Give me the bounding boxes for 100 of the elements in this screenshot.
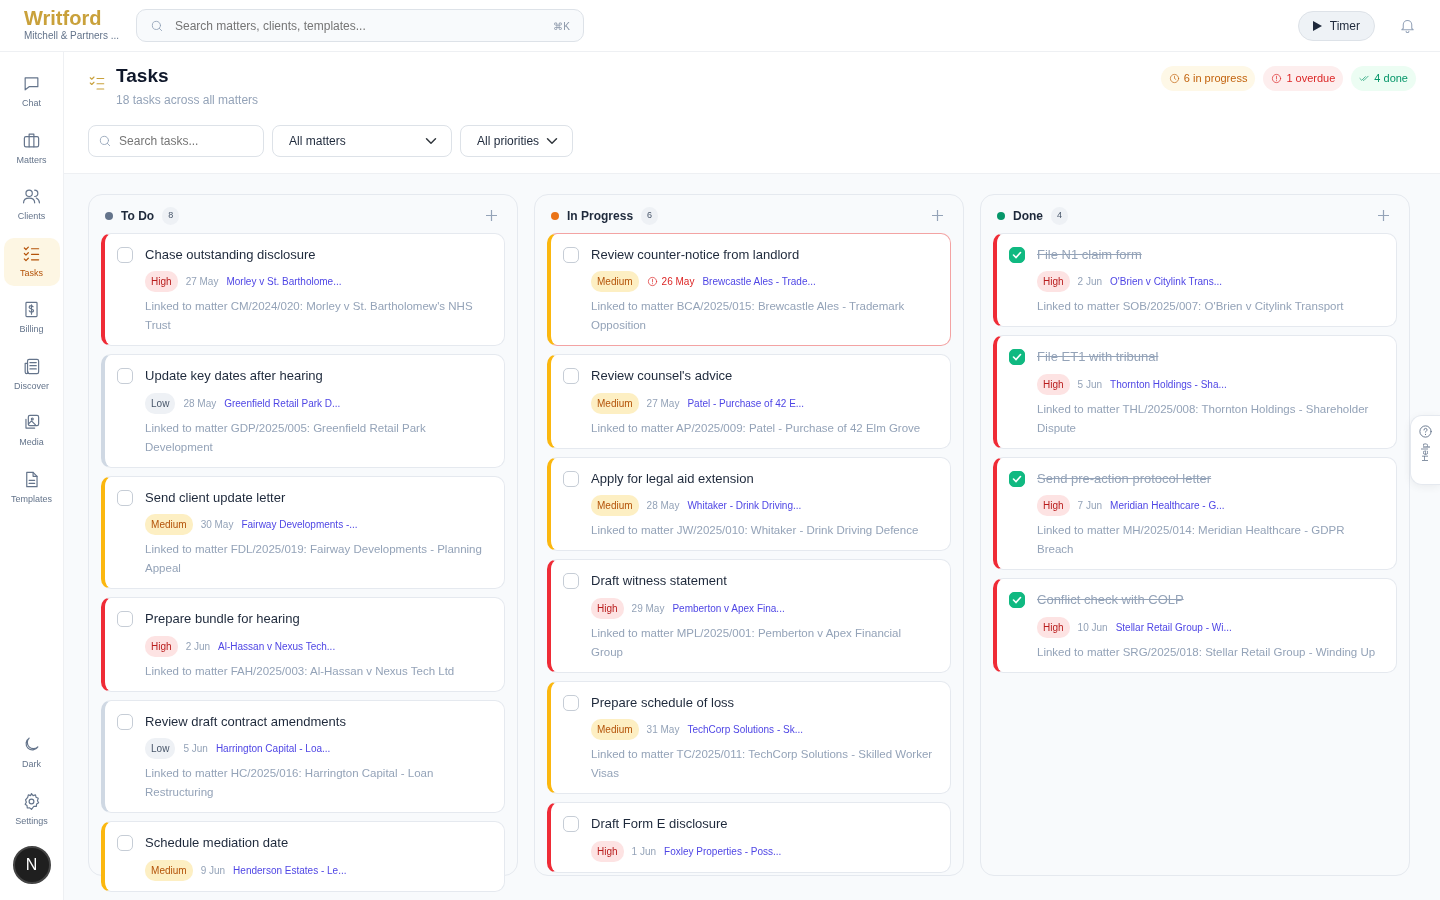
task-description: Linked to matter SOB/2025/007: O'Brien v Citylink Transport bbox=[1037, 299, 1345, 315]
priority-badge: High bbox=[1037, 616, 1070, 638]
priority-badge: Medium bbox=[591, 271, 639, 293]
due-date: 26 May bbox=[646, 274, 695, 290]
task-card[interactable]: Apply for legal aid extension Medium 28 May Whitaker - Drink Driving... Linked to matter JW/2025/010: Whitaker - Drink Driving Defence bbox=[547, 456, 951, 552]
task-card[interactable]: Draft witness statement High 29 May Pemberton v Apex Fina... Linked to matter MPL/2025/001: Pemberton v Apex Financial Group bbox=[547, 559, 951, 673]
task-checkbox[interactable] bbox=[1009, 470, 1025, 487]
task-description: Linked to matter TC/2025/011: TechCorp Solutions - Skilled Worker Visas bbox=[591, 747, 934, 782]
matter-link[interactable]: Harrington Capital - Loa... bbox=[215, 741, 331, 757]
task-count: 8 bbox=[162, 207, 180, 225]
matter-link[interactable]: Al-Hassan v Nexus Tech... bbox=[218, 638, 336, 654]
task-title: Review counsel's advice bbox=[591, 367, 734, 386]
task-checkbox[interactable] bbox=[1009, 349, 1025, 366]
matter-link[interactable]: TechCorp Solutions - Sk... bbox=[687, 722, 803, 738]
task-checkbox[interactable] bbox=[117, 246, 134, 263]
task-checkbox[interactable] bbox=[1009, 592, 1025, 609]
priority-badge: Medium bbox=[145, 514, 193, 536]
matter-filter-dropdown[interactable]: All matters bbox=[272, 124, 453, 157]
due-date: 28 May bbox=[183, 396, 217, 411]
task-checkbox[interactable] bbox=[563, 368, 580, 385]
matter-link[interactable]: Pemberton v Apex Fina... bbox=[672, 600, 785, 616]
matter-link[interactable]: Brewcastle Ales - Trade... bbox=[702, 274, 816, 290]
task-card[interactable]: Send pre-action protocol letter High 7 Jun Meridian Healthcare - G... Linked to matter MH/2025/014: Meridian Healthcare - GDPR Breach bbox=[993, 456, 1397, 571]
search-icon bbox=[98, 133, 113, 148]
task-checkbox[interactable] bbox=[563, 246, 580, 263]
sidebar-item[interactable]: Matters bbox=[3, 124, 60, 173]
sidebar-item[interactable]: Billing bbox=[3, 294, 60, 343]
priority-badge: High bbox=[145, 635, 178, 657]
gear-icon bbox=[22, 791, 41, 811]
task-checkbox[interactable] bbox=[563, 694, 580, 711]
sidebar-item[interactable]: Settings bbox=[3, 785, 60, 834]
matter-link[interactable]: Greenfield Retail Park D... bbox=[224, 395, 341, 411]
priority-badge: High bbox=[145, 271, 178, 293]
matter-link[interactable]: Foxley Properties - Poss... bbox=[664, 843, 782, 859]
firm-name: Mitchell & Partners ... bbox=[24, 29, 120, 43]
task-card[interactable]: File N1 claim form High 2 Jun O'Brien v Citylink Trans... Linked to matter SOB/2025/007: O'Brien v Citylink Transport bbox=[993, 232, 1397, 328]
task-card[interactable]: Chase outstanding disclosure High 27 May Morley v St. Bartholome... Linked to matter CM/2024/020: Morley v St. Bartholomew's NHS Trust bbox=[101, 232, 506, 347]
task-card[interactable]: Review counsel's advice Medium 27 May Patel - Purchase of 42 E... Linked to matter AP/2025/009: Patel - Purchase of 42 Elm Grove bbox=[547, 354, 951, 449]
task-card[interactable]: Prepare schedule of loss Medium 31 May TechCorp Solutions - Sk... Linked to matter TC/2025/011: TechCorp Solutions - Skilled Worker Visas bbox=[547, 680, 951, 795]
due-date: 2 Jun bbox=[185, 639, 211, 654]
matter-link[interactable]: Henderson Estates - Le... bbox=[233, 862, 347, 878]
sidebar-item[interactable]: Discover bbox=[3, 350, 60, 399]
dollar-receipt-icon bbox=[22, 300, 41, 319]
matter-link[interactable]: Fairway Developments -... bbox=[241, 517, 358, 533]
matter-link[interactable]: Whitaker - Drink Driving... bbox=[687, 498, 802, 514]
task-checkbox[interactable] bbox=[117, 835, 134, 852]
sidebar-item[interactable]: Dark bbox=[3, 729, 60, 778]
column-title: To Do bbox=[121, 207, 155, 225]
matter-link[interactable]: Thornton Holdings - Sha... bbox=[1110, 376, 1227, 392]
task-description: Linked to matter FAH/2025/003: Al-Hassan v Nexus Tech Ltd bbox=[145, 663, 456, 679]
task-card[interactable]: Update key dates after hearing Low 28 May Greenfield Retail Park D... Linked to matter GDP/2025/005: Greenfield Retail Park Development bbox=[101, 354, 506, 468]
sidebar-item[interactable]: Chat bbox=[3, 68, 60, 117]
sidebar-item[interactable]: Clients bbox=[3, 181, 60, 230]
task-title: Apply for legal aid extension bbox=[591, 469, 755, 488]
task-search-field[interactable]: Search tasks... bbox=[88, 124, 265, 157]
task-checkbox[interactable] bbox=[117, 489, 134, 506]
image-stack-icon bbox=[22, 413, 41, 432]
task-card[interactable]: Schedule mediation date Medium 9 Jun Henderson Estates - Le... bbox=[101, 821, 506, 892]
task-checkbox[interactable] bbox=[563, 573, 580, 590]
task-checkbox[interactable] bbox=[117, 611, 134, 628]
user-avatar[interactable]: N bbox=[12, 846, 51, 884]
task-title: Chase outstanding disclosure bbox=[145, 245, 317, 264]
checklist-icon bbox=[88, 74, 107, 92]
task-title: Prepare schedule of loss bbox=[591, 693, 736, 712]
due-date: 9 Jun bbox=[200, 863, 226, 878]
due-date: 1 Jun bbox=[631, 844, 657, 859]
task-checkbox[interactable] bbox=[563, 470, 580, 487]
task-title: Review draft contract amendments bbox=[145, 712, 347, 731]
task-title: Review counter-notice from landlord bbox=[591, 245, 801, 264]
matter-link[interactable]: Meridian Healthcare - G... bbox=[1110, 498, 1225, 514]
matter-link[interactable]: Stellar Retail Group - Wi... bbox=[1115, 619, 1232, 635]
matter-link[interactable]: Morley v St. Bartholome... bbox=[226, 274, 342, 290]
task-description: Linked to matter CM/2024/020: Morley v St. Bartholomew's NHS Trust bbox=[145, 299, 474, 334]
task-checkbox[interactable] bbox=[1009, 246, 1025, 263]
sidebar-item[interactable]: Media bbox=[3, 407, 60, 456]
task-card[interactable]: Prepare bundle for hearing High 2 Jun Al-Hassan v Nexus Tech... Linked to matter FAH/2025/003: Al-Hassan v Nexus Tech Ltd bbox=[101, 597, 506, 692]
due-date: 10 Jun bbox=[1077, 620, 1108, 635]
task-count: 6 bbox=[641, 207, 659, 225]
priority-badge: Medium bbox=[591, 495, 639, 517]
priority-badge: Medium bbox=[145, 859, 193, 881]
sidebar-item[interactable]: Templates bbox=[3, 463, 60, 512]
task-card[interactable]: File ET1 with tribunal High 5 Jun Thornton Holdings - Sha... Linked to matter THL/2025/008: Thornton Holdings - Shareholder Dispute bbox=[993, 335, 1397, 449]
matter-link[interactable]: Patel - Purchase of 42 E... bbox=[687, 395, 805, 411]
task-checkbox[interactable] bbox=[117, 713, 134, 730]
task-card[interactable]: Draft Form E disclosure High 1 Jun Foxley Properties - Poss... bbox=[547, 802, 951, 873]
task-card[interactable]: Review draft contract amendments Low 5 Jun Harrington Capital - Loa... Linked to matter HC/2025/016: Harrington Capital - Loan Restructuring bbox=[101, 699, 506, 814]
matter-link[interactable]: O'Brien v Citylink Trans... bbox=[1110, 274, 1222, 290]
task-card[interactable]: Review counter-notice from landlord Medium 26 May Brewcastle Ales - Trade... Linked to matter BCA/2025/015: Brewcastle Ales - Trademark Opposition bbox=[547, 232, 951, 347]
help-tab[interactable]: Help bbox=[1410, 415, 1440, 485]
task-description: Linked to matter GDP/2025/005: Greenfield Retail Park Development bbox=[145, 420, 427, 455]
task-card[interactable]: Send client update letter Medium 30 May Fairway Developments -... Linked to matter FDL/2025/019: Fairway Developments - Planning Appeal bbox=[101, 475, 506, 590]
sidebar-item[interactable]: Tasks bbox=[3, 237, 60, 286]
task-checkbox[interactable] bbox=[117, 368, 134, 385]
task-checkbox[interactable] bbox=[563, 816, 580, 833]
notification-bell-icon[interactable] bbox=[1399, 17, 1416, 34]
task-card[interactable]: Conflict check with COLP High 10 Jun Stellar Retail Group - Wi... Linked to matter SRG/2025/018: Stellar Retail Group - Winding Up bbox=[993, 578, 1397, 673]
search-icon bbox=[150, 18, 164, 33]
status-badge: 4 done bbox=[1351, 66, 1416, 91]
priority-filter-dropdown[interactable]: All priorities bbox=[460, 124, 574, 157]
timer-button[interactable]: Timer bbox=[1297, 10, 1375, 41]
